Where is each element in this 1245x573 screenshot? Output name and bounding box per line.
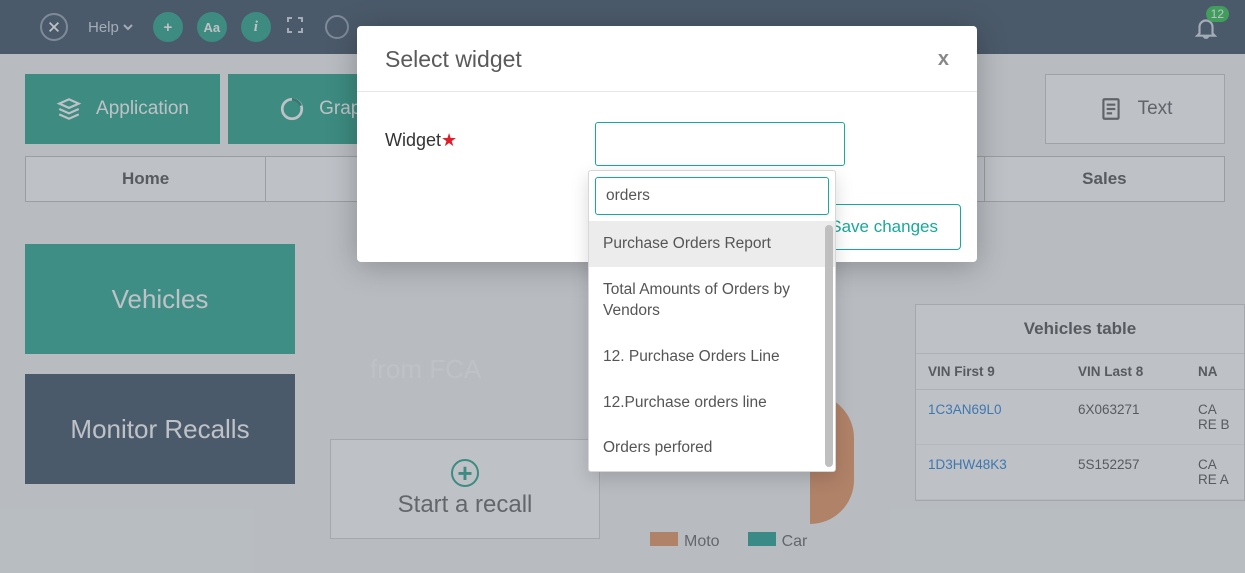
widget-field-label: Widget★	[385, 122, 595, 151]
modal-close-button[interactable]: x	[938, 48, 949, 71]
dropdown-option[interactable]: 12. Purchase Orders Line	[589, 334, 835, 380]
dropdown-scrollbar[interactable]	[825, 225, 833, 467]
dropdown-search-input[interactable]	[595, 177, 829, 215]
dropdown-option[interactable]: Total Amounts of Orders by Vendors	[589, 267, 835, 334]
widget-select-input[interactable]	[595, 122, 845, 166]
modal-header: Select widget x	[357, 26, 977, 92]
widget-label-text: Widget	[385, 130, 441, 150]
dropdown-option[interactable]: Purchase Orders Report	[589, 221, 835, 267]
dropdown-option[interactable]: Orders perfored	[589, 425, 835, 471]
modal-title: Select widget	[385, 46, 522, 73]
required-star-icon: ★	[441, 130, 457, 150]
dropdown-option[interactable]: 12.Purchase orders line	[589, 380, 835, 426]
dropdown-list: Purchase Orders Report Total Amounts of …	[589, 221, 835, 471]
widget-dropdown: Purchase Orders Report Total Amounts of …	[588, 170, 836, 472]
